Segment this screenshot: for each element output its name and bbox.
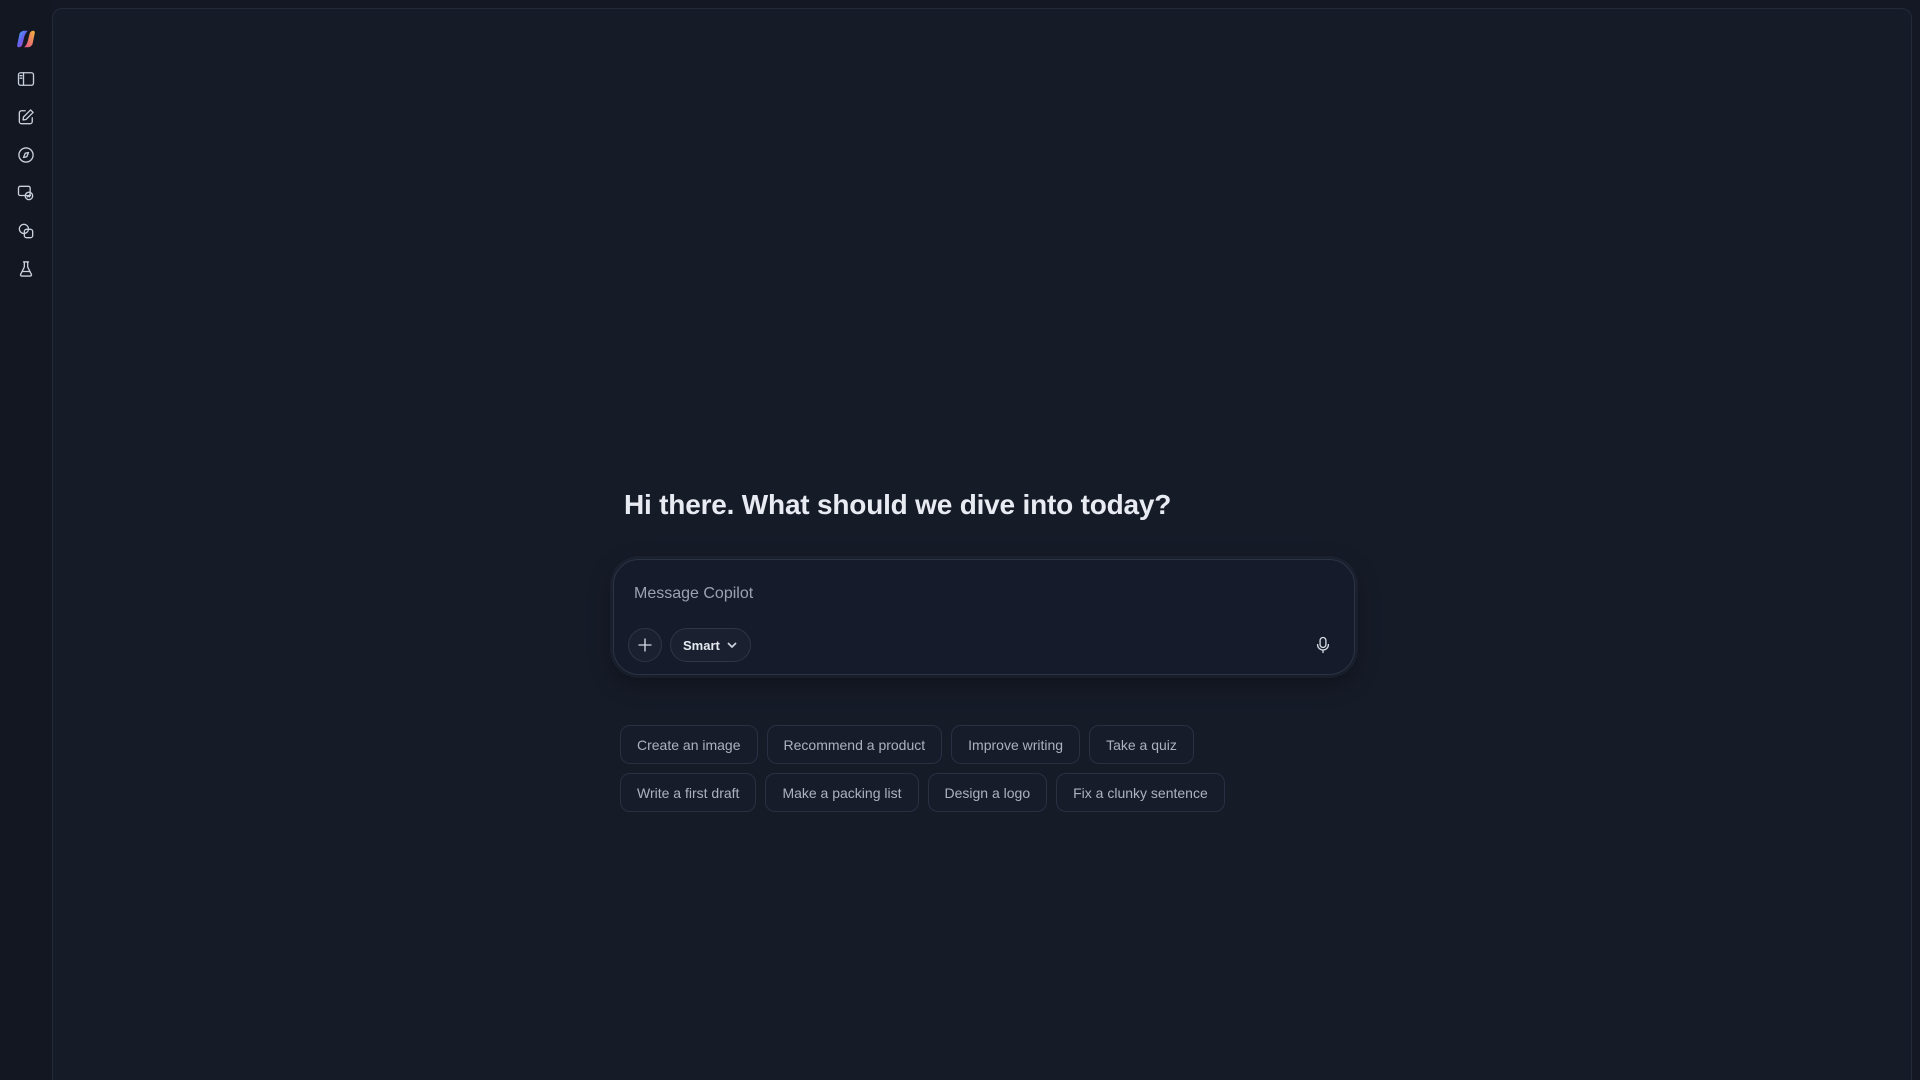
copilot-logo-icon[interactable]: [9, 22, 43, 56]
suggestion-create-image[interactable]: Create an image: [620, 725, 758, 764]
suggestion-write-first-draft[interactable]: Write a first draft: [620, 773, 757, 812]
suggestion-design-logo[interactable]: Design a logo: [927, 773, 1048, 812]
sidebar-icon[interactable]: [9, 62, 43, 96]
microphone-icon: [1316, 636, 1330, 654]
suggestion-packing-list[interactable]: Make a packing list: [765, 773, 919, 812]
suggestion-fix-sentence[interactable]: Fix a clunky sentence: [1056, 773, 1225, 812]
compass-icon[interactable]: [9, 138, 43, 172]
suggestion-chips: Create an image Recommend a product Impr…: [620, 725, 1320, 821]
add-attachment-button[interactable]: [628, 628, 662, 662]
suggestion-improve-writing[interactable]: Improve writing: [951, 725, 1081, 764]
suggestion-row: Write a first draft Make a packing list …: [620, 773, 1320, 812]
sidebar-rail: [0, 0, 52, 1080]
flask-icon[interactable]: [9, 252, 43, 286]
suggestion-row: Create an image Recommend a product Impr…: [620, 725, 1320, 764]
message-composer: Smart: [613, 559, 1355, 675]
main-panel: Hi there. What should we dive into today…: [52, 8, 1912, 1080]
plus-icon: [638, 638, 652, 652]
chevron-down-icon: [727, 642, 737, 648]
pages-icon[interactable]: [9, 214, 43, 248]
mode-selector-button[interactable]: Smart: [670, 628, 751, 662]
compose-icon[interactable]: [9, 100, 43, 134]
suggestion-recommend-product[interactable]: Recommend a product: [766, 725, 943, 764]
message-input[interactable]: [634, 580, 1314, 608]
suggestion-take-quiz[interactable]: Take a quiz: [1089, 725, 1194, 764]
image-chat-icon[interactable]: [9, 176, 43, 210]
microphone-button[interactable]: [1306, 628, 1340, 662]
app-window: Hi there. What should we dive into today…: [0, 0, 1920, 1080]
mode-label: Smart: [683, 637, 720, 653]
greeting-heading: Hi there. What should we dive into today…: [624, 489, 1172, 520]
